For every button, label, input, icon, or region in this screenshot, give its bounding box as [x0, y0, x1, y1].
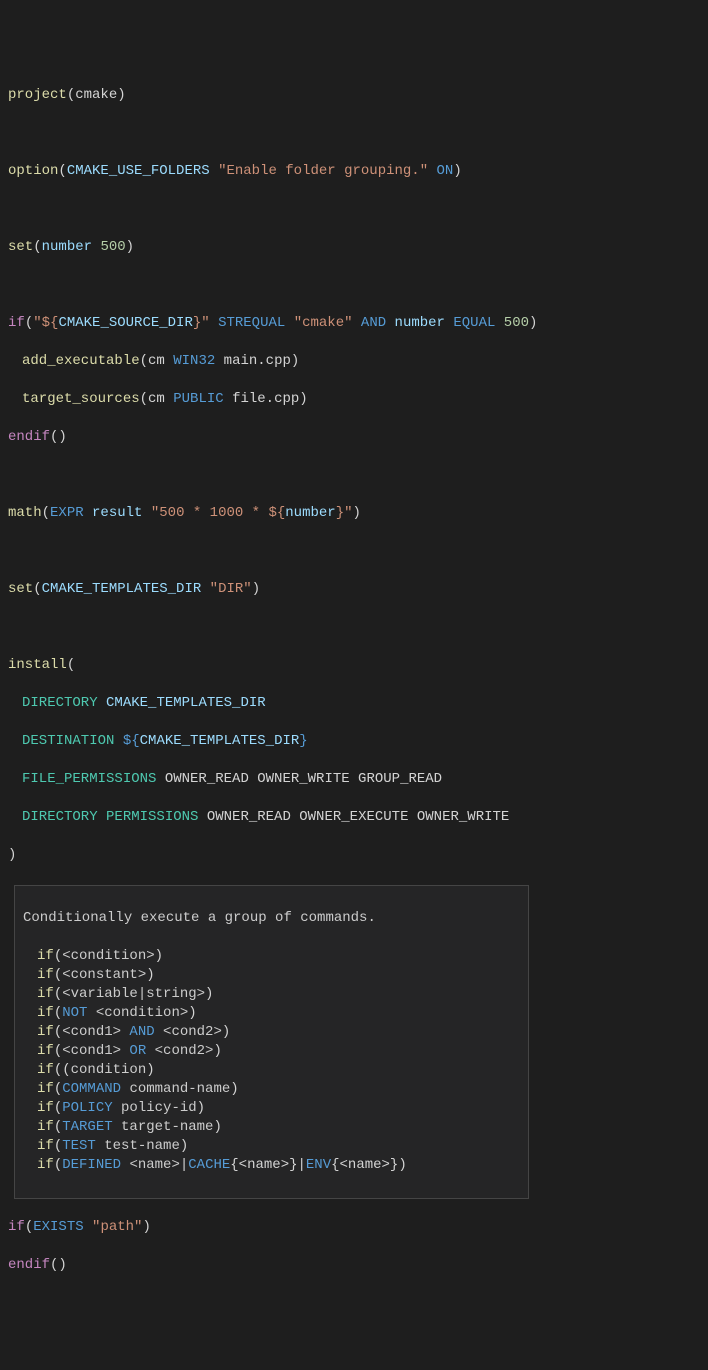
tooltip-row: if(POLICY policy-id) [23, 1099, 520, 1118]
blank-line [8, 466, 700, 485]
tooltip-row: if(TEST test-name) [23, 1137, 520, 1156]
tooltip-row: if(TARGET target-name) [23, 1118, 520, 1137]
tooltip-row: if(NOT <condition>) [23, 1004, 520, 1023]
hover-tooltip: Conditionally execute a group of command… [14, 885, 529, 1199]
blank-line [8, 542, 700, 561]
code-line: option(CMAKE_USE_FOLDERS "Enable folder … [8, 162, 700, 181]
blank-line [8, 276, 700, 295]
code-line: endif() [8, 1256, 700, 1275]
code-line: project(cmake) [8, 86, 700, 105]
tooltip-row: if(<constant>) [23, 966, 520, 985]
tooltip-row: if(DEFINED <name>|CACHE{<name>}|ENV{<nam… [23, 1156, 520, 1175]
code-line: set(number 500) [8, 238, 700, 257]
tooltip-row: if(COMMAND command-name) [23, 1080, 520, 1099]
blank-line [8, 124, 700, 143]
blank-line [8, 618, 700, 637]
code-line: FILE_PERMISSIONS OWNER_READ OWNER_WRITE … [8, 770, 700, 789]
tooltip-title: Conditionally execute a group of command… [23, 909, 520, 928]
code-line: endif() [8, 428, 700, 447]
tooltip-row: if(<variable|string>) [23, 985, 520, 1004]
code-line: add_executable(cm WIN32 main.cpp) [8, 352, 700, 371]
code-line: math(EXPR result "500 * 1000 * ${number}… [8, 504, 700, 523]
tooltip-row: if(<cond1> OR <cond2>) [23, 1042, 520, 1061]
tooltip-row: if((condition) [23, 1061, 520, 1080]
tooltip-row: if(<cond1> AND <cond2>) [23, 1023, 520, 1042]
code-line: if(EXISTS "path") [8, 1218, 700, 1237]
code-line: install( [8, 656, 700, 675]
code-line: set(CMAKE_TEMPLATES_DIR "DIR") [8, 580, 700, 599]
code-line: DIRECTORY PERMISSIONS OWNER_READ OWNER_E… [8, 808, 700, 827]
blank-line [8, 200, 700, 219]
code-line: ) [8, 846, 700, 865]
code-line: if("${CMAKE_SOURCE_DIR}" STREQUAL "cmake… [8, 314, 700, 333]
code-line: target_sources(cm PUBLIC file.cpp) [8, 390, 700, 409]
code-line: DIRECTORY CMAKE_TEMPLATES_DIR [8, 694, 700, 713]
code-line: DESTINATION ${CMAKE_TEMPLATES_DIR} [8, 732, 700, 751]
tooltip-row: if(<condition>) [23, 947, 520, 966]
